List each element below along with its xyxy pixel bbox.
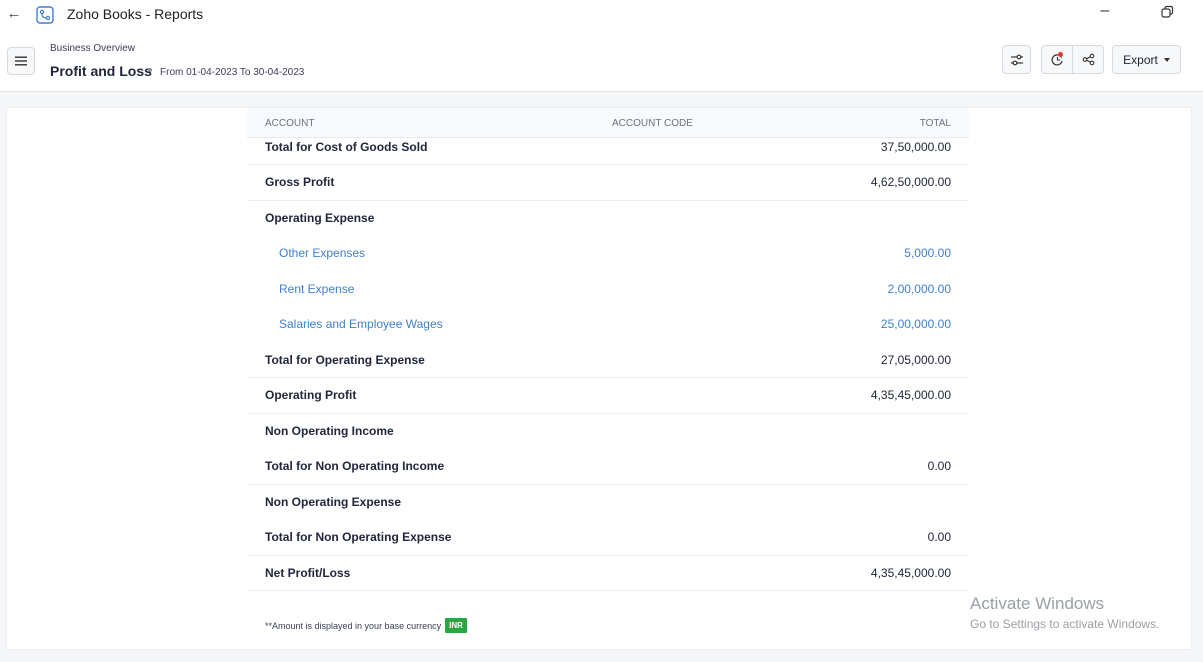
profit-loss-table: ACCOUNT ACCOUNT CODE TOTAL Total for Cos…: [247, 108, 969, 591]
zoho-books-app-icon: [36, 6, 54, 24]
back-arrow-icon[interactable]: ←: [6, 5, 22, 22]
row-amount: 37,50,000.00: [880, 140, 951, 154]
table-row: Net Profit/Loss 4,35,45,000.00: [247, 556, 969, 591]
table-row: Total for Operating Expense 27,05,000.00: [247, 343, 969, 378]
column-header-total: TOTAL: [919, 118, 951, 129]
export-button[interactable]: Export: [1112, 45, 1181, 74]
section-heading: Non Operating Income: [265, 423, 394, 438]
table-row: Total for Non Operating Income 0.00: [247, 449, 969, 485]
title-separator-dot: [148, 68, 152, 72]
customize-report-button[interactable]: [1002, 45, 1031, 74]
amount-link[interactable]: 2,00,000.00: [888, 282, 951, 296]
share-icon: [1082, 53, 1094, 66]
notification-dot: [1058, 52, 1063, 57]
currency-badge: INR: [445, 618, 467, 633]
amount-link[interactable]: 25,00,000.00: [881, 317, 951, 331]
row-amount: 4,35,45,000.00: [870, 388, 951, 402]
activate-windows-watermark: Activate Windows Go to Settings to activ…: [970, 594, 1159, 631]
page-title: Profit and Loss: [50, 63, 152, 79]
section-heading: Non Operating Expense: [265, 494, 402, 509]
row-label: Total for Non Operating Income: [265, 459, 445, 473]
account-link-other-expenses[interactable]: Other Expenses: [279, 246, 365, 260]
watermark-line-2: Go to Settings to activate Windows.: [970, 617, 1160, 631]
date-range: From 01-04-2023 To 30-04-2023: [160, 67, 305, 78]
window-title: Zoho Books - Reports: [67, 6, 204, 22]
table-row: Operating Expense: [247, 201, 969, 237]
window-titlebar: ← Zoho Books - Reports –: [0, 0, 1203, 30]
account-link-salaries[interactable]: Salaries and Employee Wages: [279, 317, 443, 331]
chevron-down-icon: [1163, 57, 1170, 62]
section-heading: Operating Expense: [265, 210, 375, 225]
row-label: Total for Cost of Goods Sold: [265, 140, 428, 154]
amount-link[interactable]: 5,000.00: [904, 246, 951, 260]
schedule-report-button[interactable]: [1042, 46, 1072, 73]
watermark-line-1: Activate Windows: [970, 594, 1105, 613]
column-header-account-code: ACCOUNT CODE: [612, 118, 693, 129]
table-row: Total for Cost of Goods Sold 37,50,000.0…: [247, 138, 969, 165]
row-label: Net Profit/Loss: [265, 565, 351, 580]
row-amount: 4,62,50,000.00: [870, 175, 951, 189]
restore-window-icon[interactable]: [1160, 5, 1174, 19]
table-row[interactable]: Salaries and Employee Wages 25,00,000.00: [247, 307, 969, 343]
table-row: Non Operating Income: [247, 414, 969, 450]
currency-footnote: **Amount is displayed in your base curre…: [265, 618, 467, 633]
table-row[interactable]: Other Expenses 5,000.00: [247, 236, 969, 272]
row-amount: 0.00: [927, 530, 951, 544]
report-content: ACCOUNT ACCOUNT CODE TOTAL Total for Cos…: [6, 107, 1192, 650]
footnote-text: **Amount is displayed in your base curre…: [265, 620, 442, 631]
row-label: Total for Operating Expense: [265, 352, 425, 367]
share-button[interactable]: [1072, 46, 1103, 73]
report-header: Business Overview Profit and Loss From 0…: [0, 30, 1203, 92]
sliders-icon: [1010, 54, 1023, 65]
row-label: Operating Profit: [265, 388, 357, 402]
row-label: Gross Profit: [265, 175, 335, 189]
column-header-account: ACCOUNT: [265, 118, 315, 129]
account-link-rent-expense[interactable]: Rent Expense: [279, 282, 354, 296]
export-label: Export: [1123, 52, 1158, 67]
table-row: Operating Profit 4,35,45,000.00: [247, 378, 969, 414]
minimize-icon[interactable]: –: [1095, 2, 1115, 20]
row-amount: 0.00: [927, 459, 951, 473]
breadcrumb[interactable]: Business Overview: [50, 43, 135, 54]
menu-button[interactable]: [7, 47, 35, 75]
table-row: Total for Non Operating Expense 0.00: [247, 520, 969, 556]
row-amount: 4,35,45,000.00: [870, 565, 951, 580]
row-amount: 27,05,000.00: [880, 352, 951, 367]
schedule-share-group: [1041, 45, 1104, 74]
table-row: Non Operating Expense: [247, 485, 969, 521]
table-header: ACCOUNT ACCOUNT CODE TOTAL: [247, 108, 969, 138]
hamburger-icon: [15, 56, 27, 66]
row-label: Total for Non Operating Expense: [265, 530, 452, 544]
table-row[interactable]: Rent Expense 2,00,000.00: [247, 272, 969, 308]
table-row: Gross Profit 4,62,50,000.00: [247, 165, 969, 201]
